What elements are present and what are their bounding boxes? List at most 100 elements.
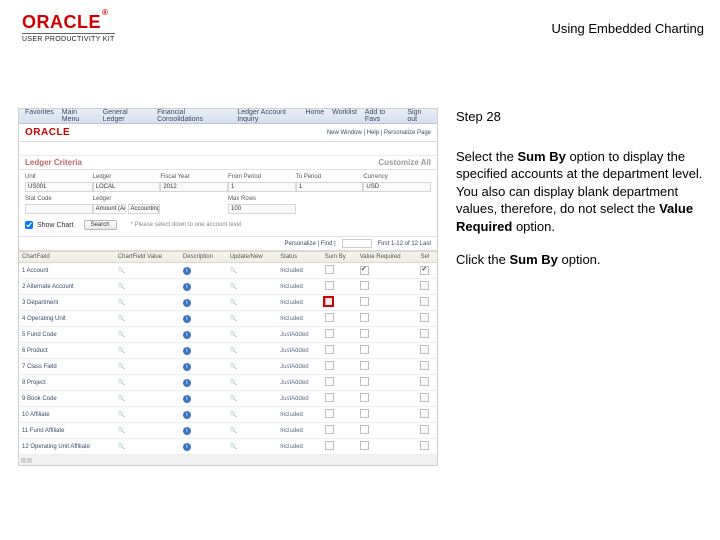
valuereq-checkbox[interactable] bbox=[360, 361, 369, 370]
cell-valuereq bbox=[357, 263, 418, 279]
brand-subtitle: USER PRODUCTIVITY KIT bbox=[22, 33, 115, 43]
sumby-checkbox[interactable] bbox=[325, 425, 334, 434]
info-icon: i bbox=[183, 283, 191, 291]
filter-value: 1 bbox=[296, 182, 364, 192]
sumby-checkbox[interactable] bbox=[325, 313, 334, 322]
crumb: Main Menu bbox=[62, 109, 95, 123]
cell-desc: i bbox=[180, 263, 227, 279]
table-row: 4 Operating UnitiIncluded bbox=[19, 311, 437, 327]
sel-checkbox[interactable] bbox=[420, 266, 429, 275]
valuereq-checkbox[interactable] bbox=[360, 345, 369, 354]
table-header-row: ChartField ChartField Value Description … bbox=[19, 252, 437, 263]
step-label: Step 28 bbox=[456, 108, 704, 126]
cell-sumby bbox=[322, 295, 357, 311]
cell-sel bbox=[417, 343, 437, 359]
valuereq-checkbox[interactable] bbox=[360, 281, 369, 290]
col-valreq: Value Required bbox=[357, 252, 418, 263]
filter-value: Amount (Actuals) bbox=[93, 204, 126, 214]
table-row: 2 Alternate AccountiIncluded bbox=[19, 279, 437, 295]
cell-sumby bbox=[322, 327, 357, 343]
sel-checkbox[interactable] bbox=[420, 409, 429, 418]
cell-sel bbox=[417, 279, 437, 295]
sel-checkbox[interactable] bbox=[420, 297, 429, 306]
sel-checkbox[interactable] bbox=[420, 425, 429, 434]
cell-status: JustAdded bbox=[277, 391, 322, 407]
sumby-checkbox[interactable] bbox=[325, 409, 334, 418]
cell-sumby bbox=[322, 423, 357, 439]
cell-update bbox=[227, 359, 278, 375]
filter-label: Ledger bbox=[93, 196, 161, 202]
search-button[interactable]: Search bbox=[84, 220, 117, 230]
filter-label: From Period bbox=[228, 174, 296, 180]
valuereq-checkbox[interactable] bbox=[360, 329, 369, 338]
cell-status: Included bbox=[277, 439, 322, 455]
cell-chartfield: 5 Fund Code bbox=[19, 327, 115, 343]
sel-checkbox[interactable] bbox=[420, 393, 429, 402]
cell-desc: i bbox=[180, 439, 227, 455]
sumby-checkbox[interactable] bbox=[325, 345, 334, 354]
cell-desc: i bbox=[180, 279, 227, 295]
cell-value bbox=[115, 375, 180, 391]
cell-value bbox=[115, 391, 180, 407]
valuereq-checkbox[interactable] bbox=[360, 377, 369, 386]
col-sumby: Sum By bbox=[322, 252, 357, 263]
valuereq-checkbox[interactable] bbox=[360, 313, 369, 322]
valuereq-checkbox[interactable] bbox=[360, 425, 369, 434]
cell-value bbox=[115, 263, 180, 279]
filter-value: LOCAL bbox=[93, 182, 161, 192]
sel-checkbox[interactable] bbox=[420, 441, 429, 450]
brand-block: ORACLE® USER PRODUCTIVITY KIT bbox=[22, 13, 115, 43]
highlight-marker bbox=[323, 296, 334, 307]
cell-sumby bbox=[322, 375, 357, 391]
cell-status: Included bbox=[277, 311, 322, 327]
app-nav-bar: Favorites Main Menu General Ledger Finan… bbox=[19, 109, 437, 124]
table-row: 11 Fund AffiliateiIncluded bbox=[19, 423, 437, 439]
cell-value bbox=[115, 439, 180, 455]
grid-pager: Personalize | Find | First 1-12 of 12 La… bbox=[19, 237, 437, 251]
cell-chartfield: 10 Affiliate bbox=[19, 407, 115, 423]
cell-value bbox=[115, 423, 180, 439]
valuereq-checkbox[interactable] bbox=[360, 393, 369, 402]
sel-checkbox[interactable] bbox=[420, 329, 429, 338]
filter-value: USD bbox=[363, 182, 431, 192]
sumby-checkbox[interactable] bbox=[325, 329, 334, 338]
pager-links: Personalize | Find | bbox=[285, 241, 336, 247]
sel-checkbox[interactable] bbox=[420, 361, 429, 370]
valuereq-checkbox[interactable] bbox=[360, 266, 369, 275]
sumby-checkbox[interactable] bbox=[325, 393, 334, 402]
sumby-checkbox[interactable] bbox=[325, 441, 334, 450]
cell-sumby bbox=[322, 311, 357, 327]
cell-valuereq bbox=[357, 439, 418, 455]
cell-value bbox=[115, 311, 180, 327]
show-chart-checkbox[interactable] bbox=[25, 221, 33, 229]
col-update: Update/New bbox=[227, 252, 278, 263]
show-chart-line: Show Chart Search * Please select down t… bbox=[25, 220, 431, 230]
sumby-checkbox[interactable] bbox=[325, 265, 334, 274]
cell-status: Included bbox=[277, 263, 322, 279]
valuereq-checkbox[interactable] bbox=[360, 297, 369, 306]
sel-checkbox[interactable] bbox=[420, 345, 429, 354]
filter-value: 1 bbox=[228, 182, 296, 192]
cell-desc: i bbox=[180, 407, 227, 423]
valuereq-checkbox[interactable] bbox=[360, 441, 369, 450]
sel-checkbox[interactable] bbox=[420, 313, 429, 322]
sumby-checkbox[interactable] bbox=[325, 377, 334, 386]
sel-checkbox[interactable] bbox=[420, 377, 429, 386]
customize-link: Customize All bbox=[378, 158, 431, 167]
cell-desc: i bbox=[180, 359, 227, 375]
grid-scrollbar bbox=[19, 455, 437, 465]
pager-range: First 1-12 of 12 Last bbox=[378, 241, 431, 247]
valuereq-checkbox[interactable] bbox=[360, 409, 369, 418]
sumby-checkbox[interactable] bbox=[325, 361, 334, 370]
filter-label: To Period bbox=[296, 174, 364, 180]
app-brand-links: New Window | Help | Personalize Page bbox=[327, 130, 431, 136]
sel-checkbox[interactable] bbox=[420, 281, 429, 290]
cell-update bbox=[227, 311, 278, 327]
cell-chartfield: 9 Book Code bbox=[19, 391, 115, 407]
cell-sel bbox=[417, 439, 437, 455]
sumby-checkbox[interactable] bbox=[325, 281, 334, 290]
table-row: 1 AccountiIncluded bbox=[19, 263, 437, 279]
page-header: ORACLE® USER PRODUCTIVITY KIT Using Embe… bbox=[0, 0, 720, 50]
filter-value bbox=[25, 204, 93, 214]
cell-desc: i bbox=[180, 375, 227, 391]
